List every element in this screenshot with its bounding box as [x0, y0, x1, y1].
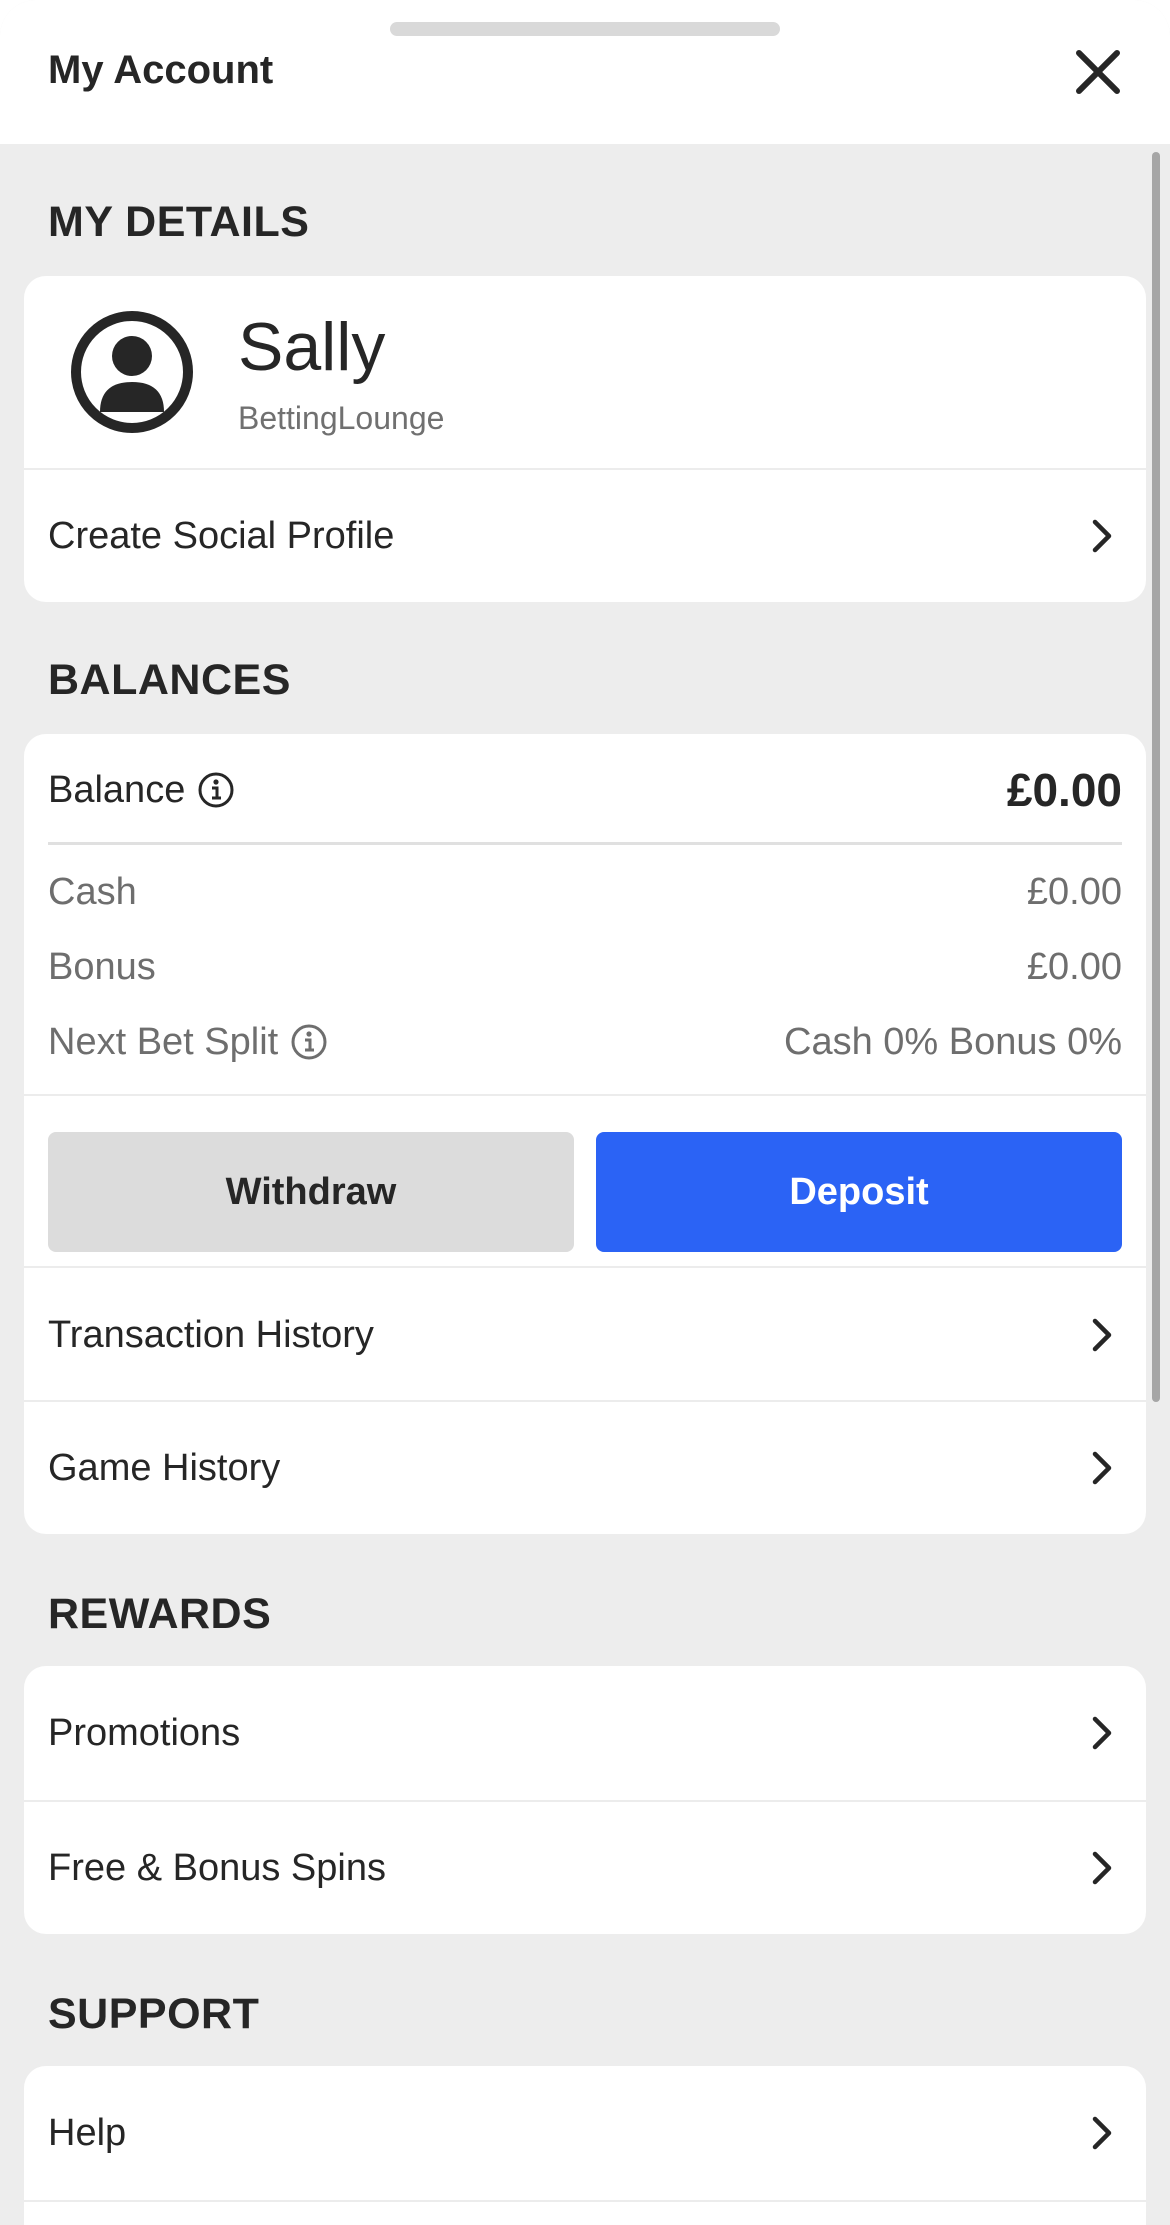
user-avatar-icon: [71, 311, 193, 433]
divider: [24, 2200, 1146, 2202]
create-social-profile-label: Create Social Profile: [48, 514, 395, 557]
info-icon[interactable]: [197, 771, 235, 809]
balance-row: Balance £0.00: [48, 760, 1122, 820]
withdraw-button[interactable]: Withdraw: [48, 1132, 574, 1252]
avatar: [70, 310, 194, 434]
section-title-my-details: MY DETAILS: [48, 198, 310, 246]
cash-value: £0.00: [1026, 870, 1122, 913]
help-label: Help: [48, 2111, 127, 2154]
section-title-balances: BALANCES: [48, 656, 291, 704]
deposit-button[interactable]: Deposit: [596, 1132, 1122, 1252]
chevron-right-icon: [1092, 2116, 1112, 2150]
transaction-history-label: Transaction History: [48, 1313, 374, 1356]
section-title-support: SUPPORT: [48, 1990, 260, 2038]
promotions-row[interactable]: Promotions: [24, 1666, 1146, 1800]
scrollbar[interactable]: [1152, 152, 1160, 1402]
support-card: Help: [24, 2066, 1146, 2225]
balance-value: £0.00: [1006, 764, 1122, 816]
sheet-header: My Account: [0, 0, 1170, 144]
divider: [48, 842, 1122, 845]
my-details-card: Sally BettingLounge Create Social Profil…: [24, 276, 1146, 602]
balance-label: Balance: [48, 768, 186, 811]
page-title: My Account: [48, 48, 274, 92]
close-button[interactable]: [1070, 44, 1126, 100]
create-social-profile-row[interactable]: Create Social Profile: [24, 470, 1146, 602]
next-bet-split-value: Cash 0% Bonus 0%: [784, 1020, 1122, 1063]
brand-name: BettingLounge: [238, 400, 445, 436]
game-history-row[interactable]: Game History: [24, 1402, 1146, 1534]
cash-label: Cash: [48, 870, 137, 913]
free-bonus-spins-row[interactable]: Free & Bonus Spins: [24, 1802, 1146, 1934]
chevron-right-icon: [1092, 1716, 1112, 1750]
game-history-label: Game History: [48, 1446, 281, 1489]
promotions-label: Promotions: [48, 1711, 241, 1754]
close-icon: [1076, 50, 1120, 94]
help-row[interactable]: Help: [24, 2066, 1146, 2200]
bonus-label: Bonus: [48, 945, 156, 988]
chevron-right-icon: [1092, 1451, 1112, 1485]
transaction-history-row[interactable]: Transaction History: [24, 1268, 1146, 1402]
info-icon[interactable]: [290, 1023, 328, 1061]
balances-card: Balance £0.00 Cash £0.00 Bonus £0.00 Nex…: [24, 734, 1146, 1534]
rewards-card: Promotions Free & Bonus Spins: [24, 1666, 1146, 1934]
chevron-right-icon: [1092, 1318, 1112, 1352]
cash-row: Cash £0.00: [48, 864, 1122, 920]
bonus-value: £0.00: [1026, 945, 1122, 988]
divider: [24, 1094, 1146, 1096]
next-bet-split-row: Next Bet Split Cash 0% Bonus 0%: [48, 1014, 1122, 1070]
account-sheet: My Account MY DETAILS Sally BettingLoung…: [0, 0, 1170, 2225]
bonus-row: Bonus £0.00: [48, 939, 1122, 995]
next-bet-split-label: Next Bet Split: [48, 1020, 279, 1063]
chevron-right-icon: [1092, 519, 1112, 553]
free-bonus-spins-label: Free & Bonus Spins: [48, 1846, 386, 1889]
section-title-rewards: REWARDS: [48, 1590, 272, 1638]
drag-handle[interactable]: [390, 22, 780, 36]
chevron-right-icon: [1092, 1851, 1112, 1885]
user-name: Sally: [238, 309, 386, 385]
